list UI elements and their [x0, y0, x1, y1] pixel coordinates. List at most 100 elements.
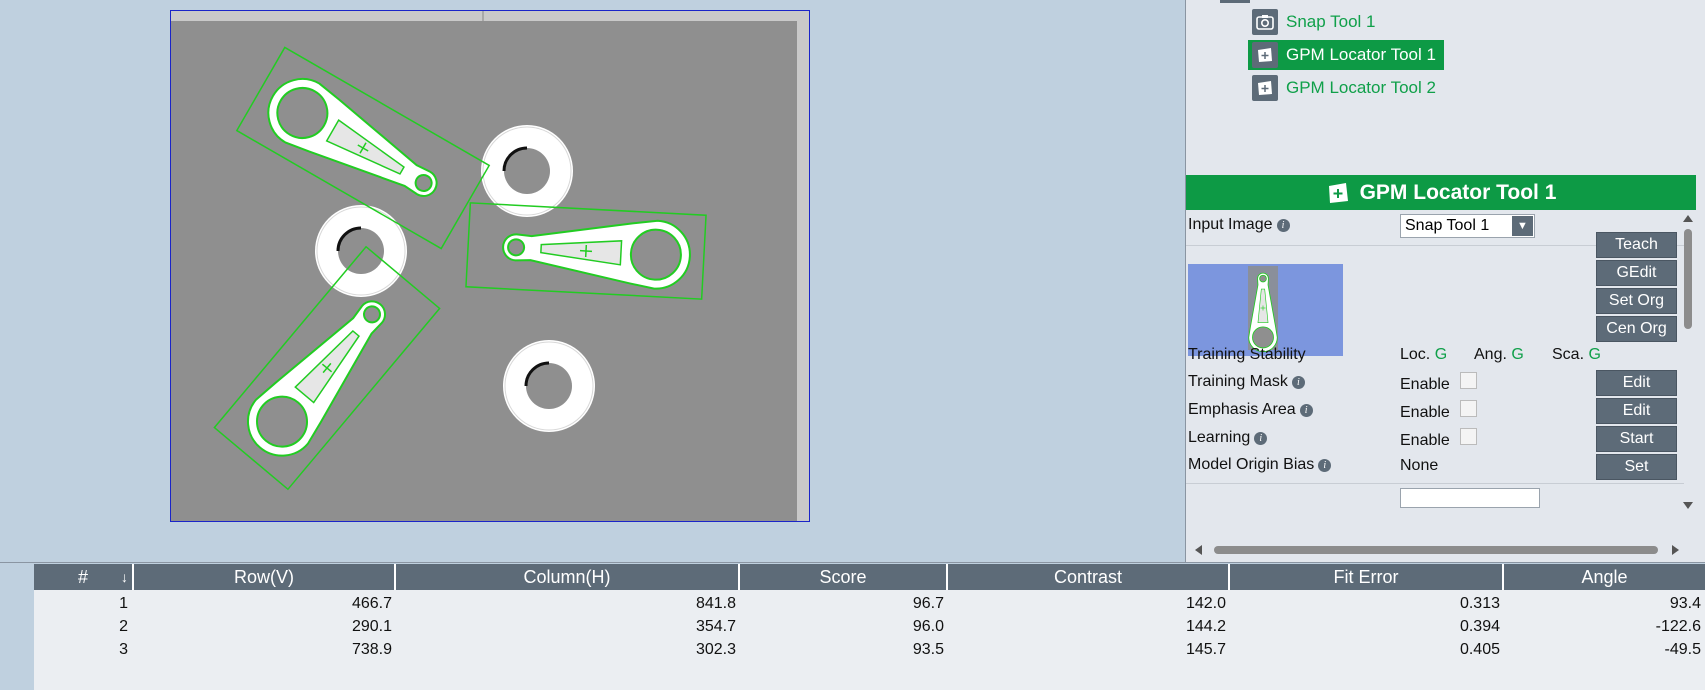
model-origin-bias-value: None — [1400, 457, 1439, 474]
results-panel: # ↓ Row(V) Column(H) Score Contrast Fit … — [0, 562, 1705, 690]
cell-index: 1 — [119, 595, 128, 612]
column-header-score[interactable]: Score — [740, 564, 948, 590]
properties-header: GPM Locator Tool 1 — [1186, 175, 1696, 210]
ring-part — [479, 123, 575, 219]
column-header-angle[interactable]: Angle — [1504, 564, 1705, 590]
emphasis-area-enable-label: Enable — [1400, 404, 1450, 421]
cell-column: 841.8 — [695, 595, 736, 612]
match-result-3 — [213, 245, 441, 491]
tree-item-snap-tool-1[interactable]: Snap Tool 1 — [1248, 7, 1383, 37]
gedit-button[interactable]: GEdit — [1596, 260, 1677, 286]
cell-row: 738.9 — [351, 641, 392, 658]
model-origin-bias-label: Model Origin Bias i — [1188, 456, 1332, 474]
ang-label: Ang. — [1474, 346, 1507, 363]
image-canvas[interactable] — [170, 10, 810, 522]
input-image-value: Snap Tool 1 — [1405, 217, 1490, 234]
training-mask-edit-button[interactable]: Edit — [1596, 370, 1677, 396]
cell-angle: -49.5 — [1664, 641, 1701, 658]
learning-start-button[interactable]: Start — [1596, 426, 1677, 452]
loc-label: Loc. — [1400, 346, 1431, 363]
cell-row: 290.1 — [351, 618, 392, 635]
cell-fit-error: 0.405 — [1459, 641, 1500, 658]
column-header-label: # — [77, 566, 88, 587]
model-thumbnail — [1188, 264, 1343, 356]
sca-value: G — [1588, 346, 1601, 363]
training-mask-text: Training Mask — [1188, 373, 1288, 390]
training-stability-label: Training Stability — [1188, 346, 1306, 363]
image-viewer[interactable] — [0, 0, 1184, 562]
cell-index: 3 — [119, 641, 128, 658]
sort-arrow-icon[interactable]: ↓ — [121, 569, 128, 585]
input-image-select[interactable]: Snap Tool 1 ▼ — [1400, 214, 1535, 238]
tree-item-label: GPM Locator Tool 2 — [1286, 78, 1436, 97]
stability-sca: Sca. G — [1552, 346, 1601, 364]
properties-title: GPM Locator Tool 1 — [1359, 180, 1557, 204]
column-header-contrast[interactable]: Contrast — [948, 564, 1230, 590]
info-icon[interactable]: i — [1299, 403, 1313, 417]
training-mask-checkbox[interactable] — [1460, 372, 1477, 389]
column-header-row[interactable]: Row(V) — [134, 564, 396, 590]
inspection-image — [171, 11, 809, 521]
model-origin-bias-set-button[interactable]: Set — [1596, 454, 1677, 480]
learning-enable-label: Enable — [1400, 432, 1450, 449]
set-org-button[interactable]: Set Org — [1596, 288, 1677, 314]
emphasis-area-edit-button[interactable]: Edit — [1596, 398, 1677, 424]
stability-loc: Loc. G — [1400, 346, 1447, 364]
info-icon[interactable]: i — [1276, 218, 1290, 232]
locator-tool-icon — [1252, 42, 1278, 68]
cell-angle: -122.6 — [1655, 618, 1701, 635]
column-header-fit-error[interactable]: Fit Error — [1230, 564, 1504, 590]
locator-tool-icon — [1326, 182, 1350, 204]
emphasis-area-text: Emphasis Area — [1188, 401, 1296, 418]
cell-fit-error: 0.313 — [1459, 595, 1500, 612]
learning-label: Learning i — [1188, 429, 1268, 447]
results-table: # ↓ Row(V) Column(H) Score Contrast Fit … — [34, 564, 1705, 690]
cell-index: 2 — [119, 618, 128, 635]
horizontal-scrollbar[interactable] — [1192, 542, 1682, 558]
ang-value: G — [1511, 346, 1524, 363]
loc-value: G — [1434, 346, 1448, 363]
divider — [1186, 483, 1684, 484]
locator-tool-icon — [1252, 75, 1278, 101]
vertical-scrollbar[interactable] — [1680, 213, 1696, 513]
cell-angle: 93.4 — [1669, 595, 1701, 612]
tree-item-gpm-locator-tool-1[interactable]: GPM Locator Tool 1 — [1248, 40, 1444, 70]
match-result-2 — [465, 202, 707, 300]
cell-contrast: 142.0 — [1185, 595, 1226, 612]
teach-button[interactable]: Teach — [1596, 232, 1677, 258]
emphasis-area-label: Emphasis Area i — [1188, 401, 1313, 419]
cell-column: 354.7 — [695, 618, 736, 635]
tree-item-label: GPM Locator Tool 1 — [1286, 45, 1436, 64]
sca-label: Sca. — [1552, 346, 1585, 363]
emphasis-area-checkbox[interactable] — [1460, 400, 1477, 417]
ring-part — [501, 338, 597, 434]
training-mask-enable-label: Enable — [1400, 376, 1450, 393]
info-icon[interactable]: i — [1254, 431, 1268, 445]
column-header-column[interactable]: Column(H) — [396, 564, 740, 590]
training-mask-label: Training Mask i — [1188, 373, 1305, 391]
cell-contrast: 145.7 — [1185, 641, 1226, 658]
cell-score: 96.0 — [912, 618, 944, 635]
cell-score: 96.7 — [912, 595, 944, 612]
tree-item-gpm-locator-tool-2[interactable]: GPM Locator Tool 2 — [1248, 73, 1444, 103]
cell-fit-error: 0.394 — [1459, 618, 1500, 635]
learning-text: Learning — [1188, 429, 1251, 446]
input-image-text: Input Image — [1188, 216, 1273, 233]
ring-part — [313, 203, 409, 299]
cen-org-button[interactable]: Cen Org — [1596, 316, 1677, 342]
properties-panel: GPM Locator Tool 1 Input Image i Snap To… — [1185, 174, 1705, 562]
camera-icon — [1252, 9, 1278, 35]
info-icon[interactable]: i — [1291, 375, 1305, 389]
cell-row: 466.7 — [351, 595, 392, 612]
cell-contrast: 144.2 — [1185, 618, 1226, 635]
cell-score: 93.5 — [912, 641, 944, 658]
info-icon[interactable]: i — [1318, 458, 1332, 472]
dropdown-arrow-icon[interactable]: ▼ — [1512, 216, 1533, 236]
tree-scroll-stub — [1220, 0, 1250, 3]
model-id-field[interactable] — [1400, 488, 1540, 508]
learning-checkbox[interactable] — [1460, 428, 1477, 445]
tree-item-label: Snap Tool 1 — [1286, 12, 1376, 31]
cell-column: 302.3 — [695, 641, 736, 658]
column-header-index[interactable]: # ↓ — [34, 564, 134, 590]
model-origin-bias-text: Model Origin Bias — [1188, 456, 1315, 473]
